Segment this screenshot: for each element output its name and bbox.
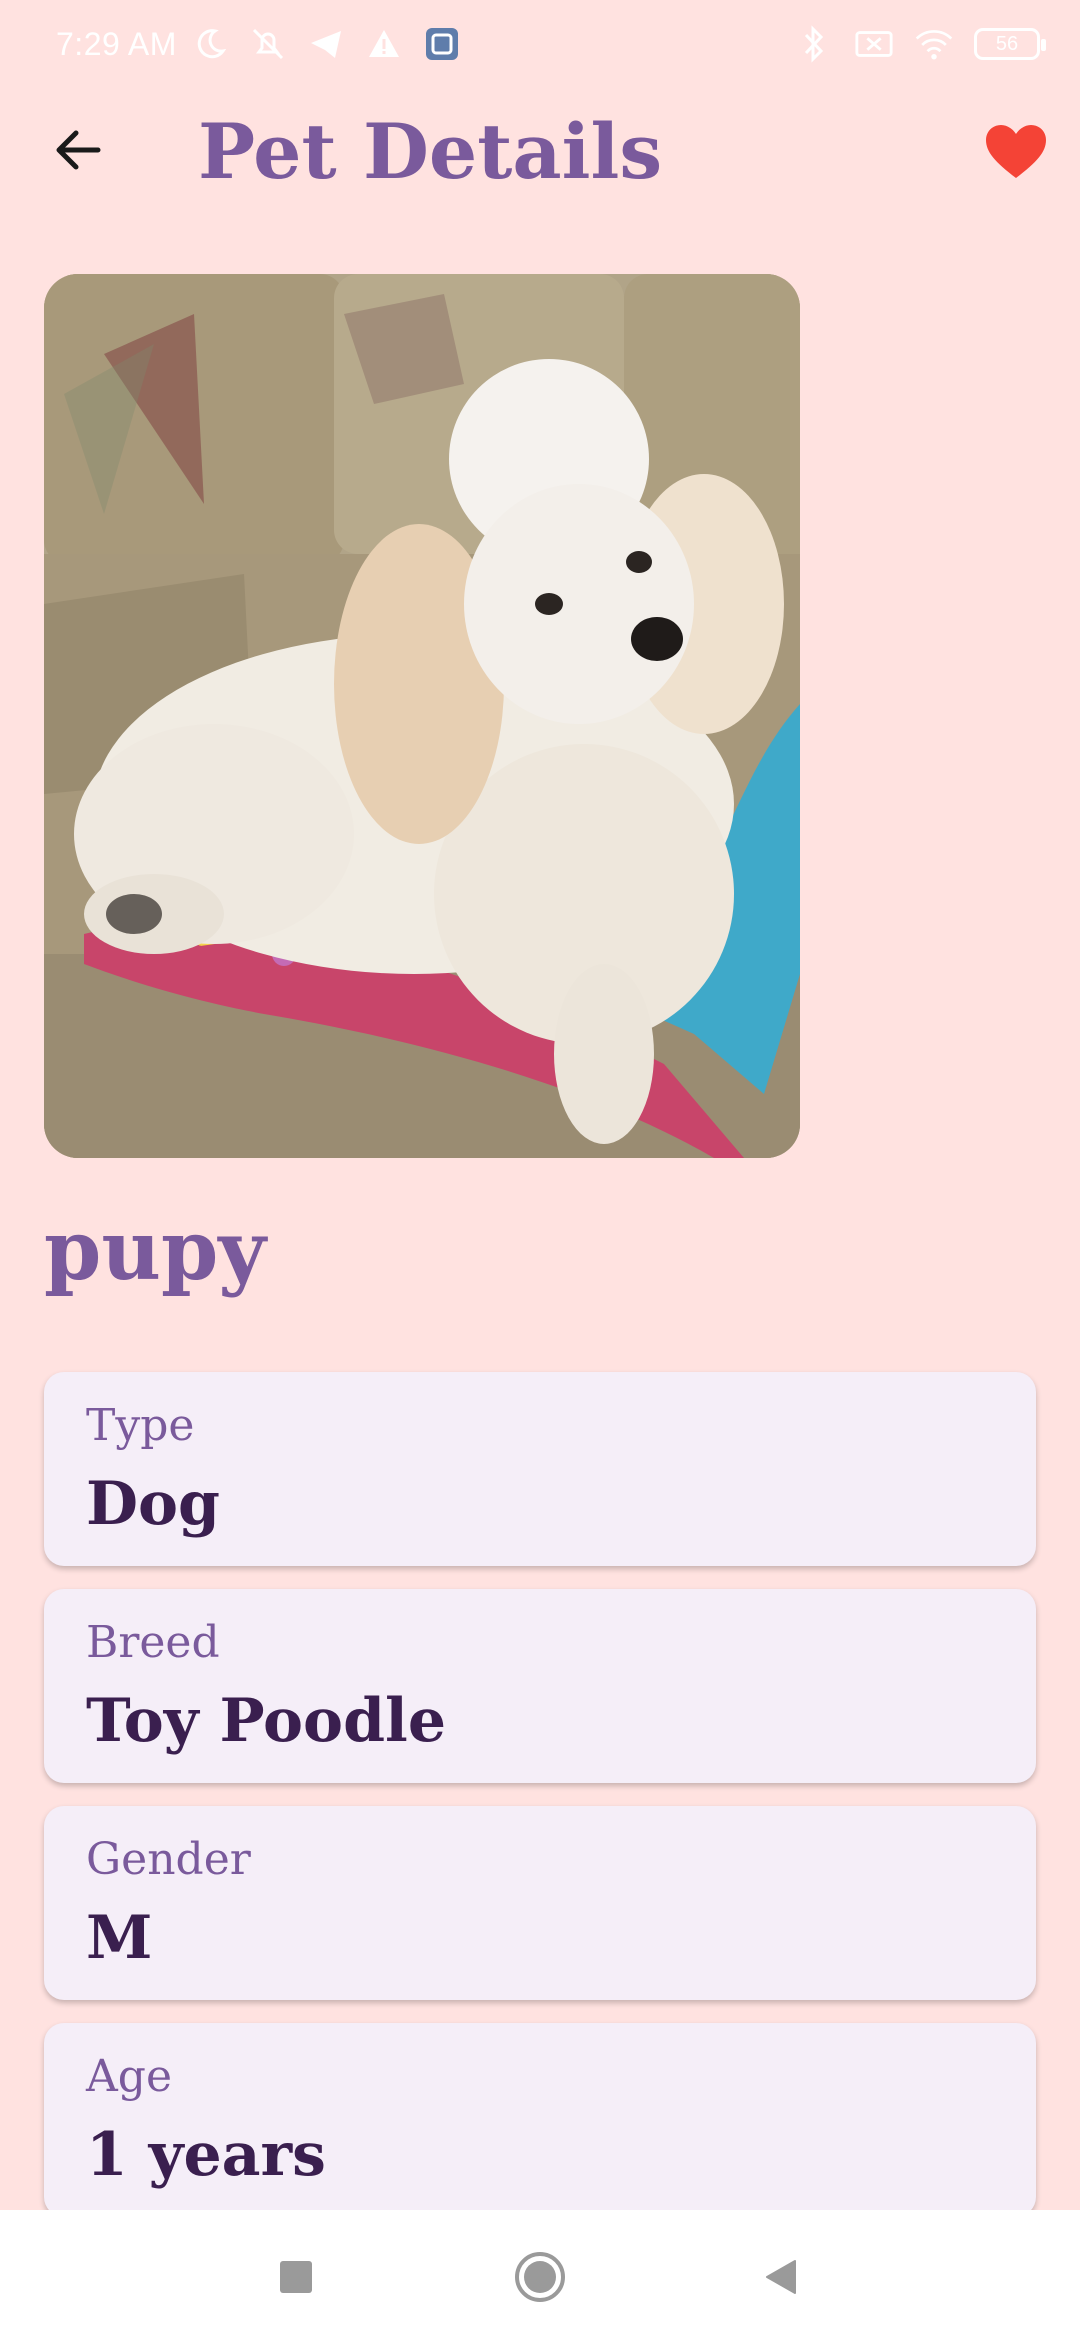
card-label: Gender — [86, 1834, 251, 1885]
home-button[interactable] — [505, 2242, 575, 2312]
navigation-bar — [0, 2210, 1080, 2340]
info-card-type: Type Dog — [44, 1372, 1036, 1566]
info-card-age: Age 1 years — [44, 2023, 1036, 2217]
battery-icon: 56 — [974, 28, 1046, 60]
info-card-gender: Gender M — [44, 1806, 1036, 2000]
back-triangle-icon — [766, 2260, 796, 2294]
card-label: Age — [86, 2051, 172, 2102]
card-value: M — [86, 1903, 153, 1973]
info-card-breed: Breed Toy Poodle — [44, 1589, 1036, 1783]
card-label: Type — [86, 1400, 195, 1451]
pet-photo — [44, 274, 800, 1158]
status-time: 7:29 AM — [56, 26, 177, 62]
muted-bell-icon — [248, 24, 288, 64]
recents-button[interactable] — [261, 2242, 331, 2312]
arrow-left-icon — [56, 130, 101, 170]
status-right-icons: 56 — [794, 24, 1046, 64]
gallery-icon — [422, 24, 462, 64]
card-label: Breed — [86, 1617, 220, 1668]
wifi-icon — [914, 24, 954, 64]
heart-icon — [986, 125, 1046, 178]
moon-icon — [190, 24, 230, 64]
status-bar: 7:29 AM 56 — [0, 0, 1080, 96]
back-button[interactable] — [40, 112, 116, 188]
card-value: Dog — [86, 1469, 221, 1539]
recents-square-icon — [280, 2261, 312, 2293]
favorite-button[interactable] — [976, 112, 1056, 192]
page-title: Pet Details — [198, 107, 663, 196]
status-left-icons — [190, 24, 462, 64]
pet-name: pupy — [44, 1203, 266, 1299]
warning-icon — [364, 24, 404, 64]
system-back-button[interactable] — [746, 2242, 816, 2312]
home-circle-icon — [515, 2252, 565, 2302]
card-value: Toy Poodle — [86, 1686, 446, 1756]
no-sim-icon — [854, 24, 894, 64]
card-value: 1 years — [86, 2120, 326, 2190]
bluetooth-icon — [794, 24, 834, 64]
telegram-icon — [306, 24, 346, 64]
